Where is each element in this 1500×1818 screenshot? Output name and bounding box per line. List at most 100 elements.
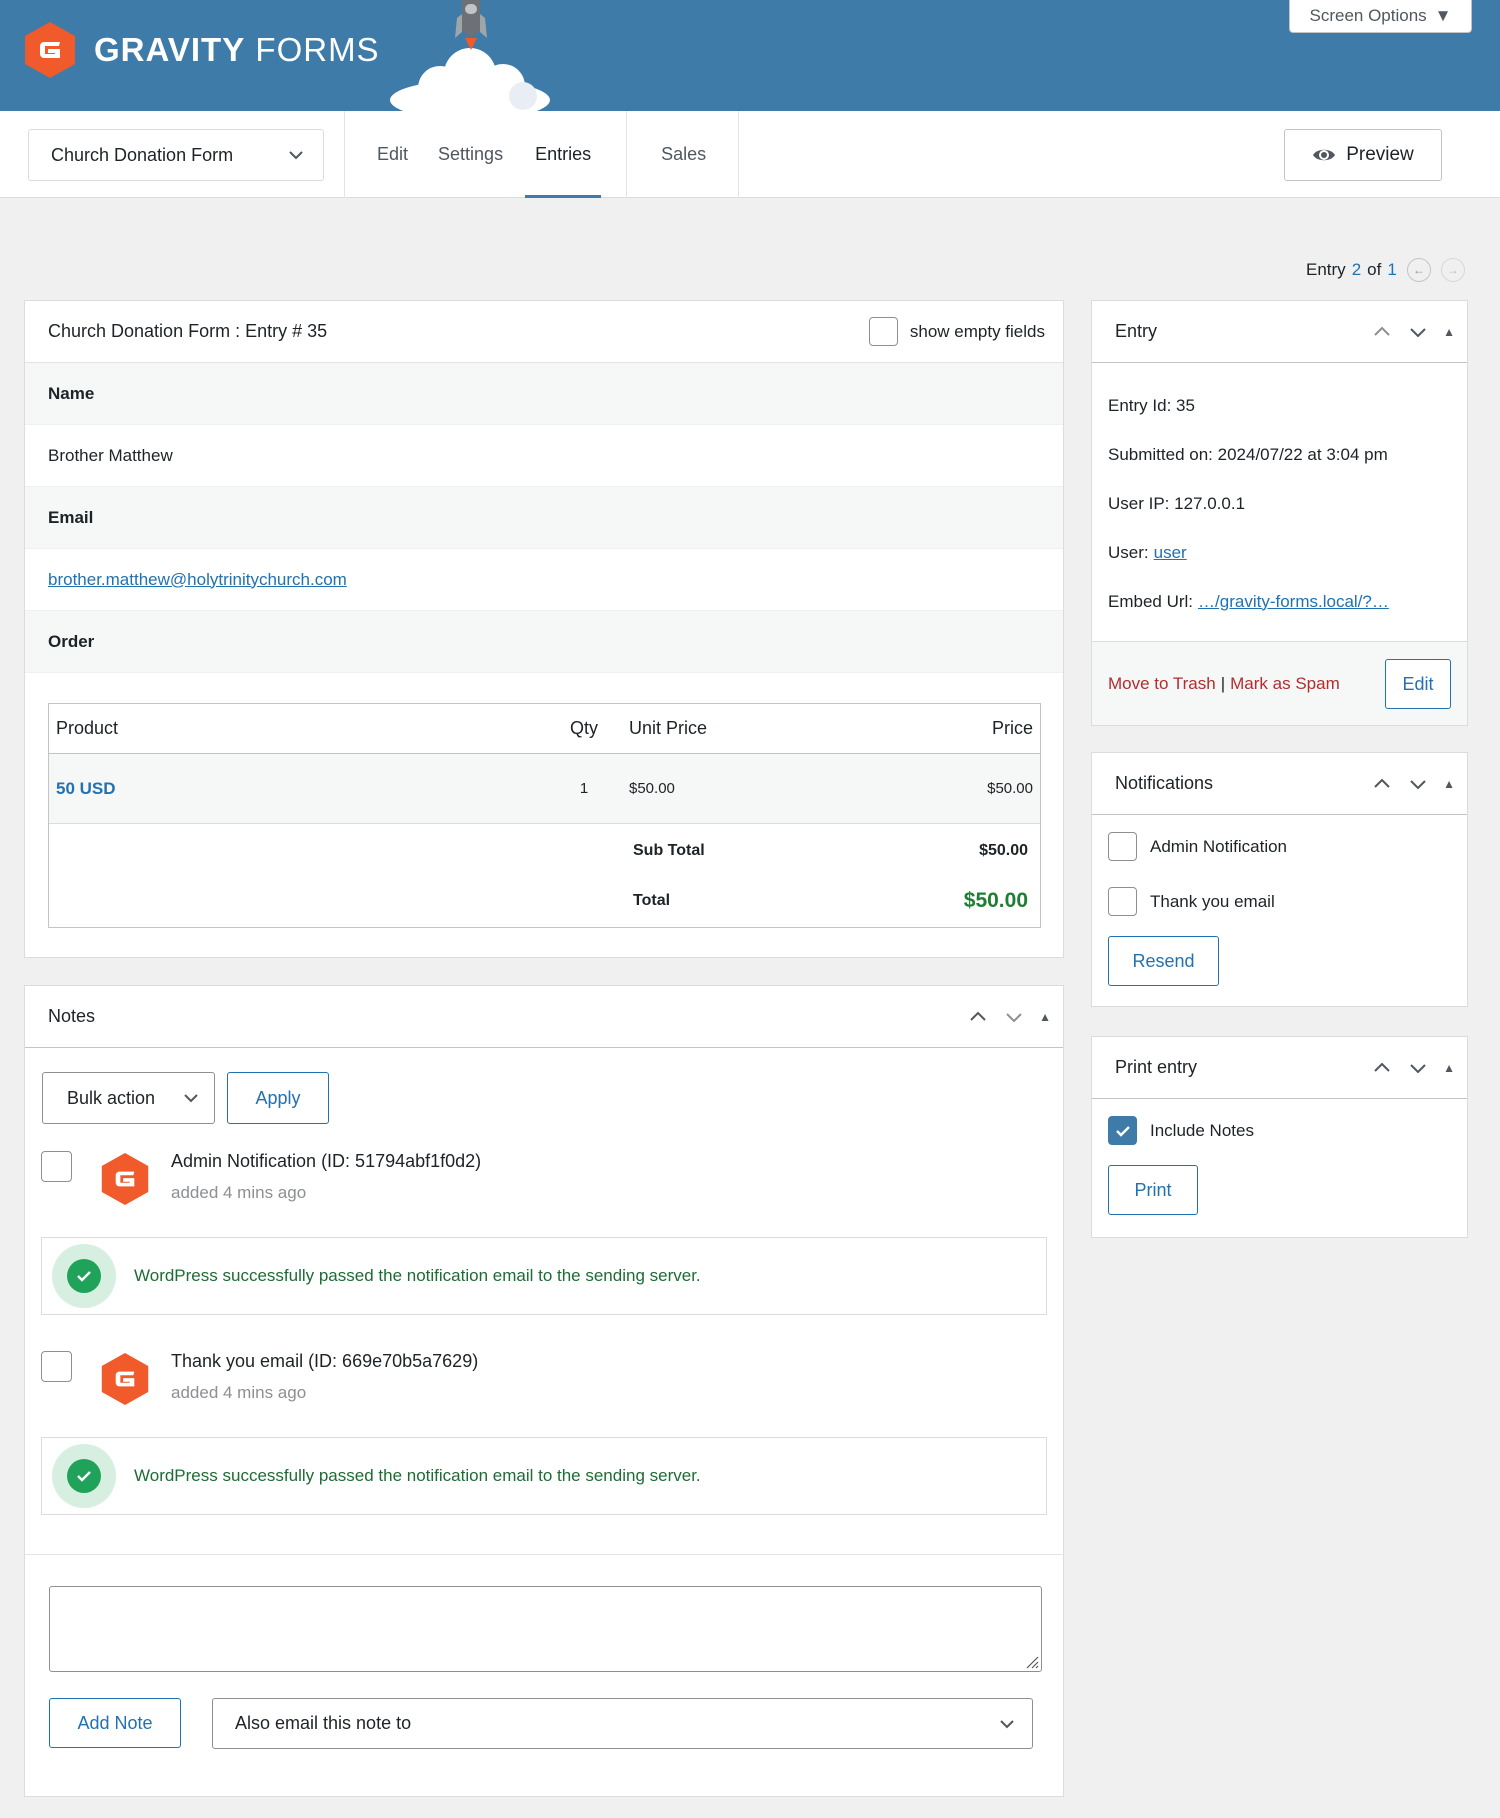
user-row: User: user: [1108, 528, 1451, 577]
form-tabs: Edit Settings Entries Sales: [344, 111, 740, 198]
notification-option-admin[interactable]: Admin Notification: [1092, 819, 1467, 874]
note-checkbox[interactable]: [41, 1351, 72, 1382]
subtotal-label: Sub Total: [633, 842, 705, 859]
collapse-toggle-icon[interactable]: ▲: [1039, 1010, 1051, 1024]
product-qty: 1: [579, 780, 589, 797]
gravity-forms-logo[interactable]: GRAVITY FORMS: [22, 20, 380, 80]
notification-checkbox[interactable]: [1108, 832, 1137, 861]
apply-button[interactable]: Apply: [227, 1072, 329, 1124]
email-link[interactable]: brother.matthew@holytrinitychurch.com: [48, 570, 347, 590]
tab-edit[interactable]: Edit: [345, 111, 418, 198]
tab-settings[interactable]: Settings: [418, 111, 513, 198]
form-toolbar: Church Donation Form Edit Settings Entri…: [0, 111, 1500, 198]
note-title: Thank you email (ID: 669e70b5a7629): [171, 1351, 479, 1371]
checkmark-icon: [1115, 1125, 1130, 1137]
collapse-toggle-icon[interactable]: ▲: [1443, 1061, 1455, 1075]
screen-options-label: Screen Options: [1309, 6, 1427, 25]
note-timestamp: added 4 mins ago: [171, 1383, 307, 1402]
mark-as-spam-link[interactable]: Mark as Spam: [1230, 674, 1340, 694]
col-unit-price: Unit Price: [629, 718, 708, 738]
include-notes-checkbox[interactable]: [1108, 1116, 1137, 1145]
chevron-down-icon: [1000, 1719, 1014, 1728]
entry-nav-current: 2: [1351, 260, 1362, 279]
field-label-order: Order: [25, 611, 1063, 673]
entry-id: Entry Id: 35: [1108, 395, 1195, 415]
collapse-toggle-icon[interactable]: ▲: [1443, 777, 1455, 791]
tab-sales[interactable]: Sales: [627, 111, 738, 198]
divider: [25, 1554, 1065, 1555]
notification-checkbox[interactable]: [1108, 887, 1137, 916]
screen-options-button[interactable]: Screen Options ▼: [1289, 0, 1472, 33]
tab-entries[interactable]: Entries: [525, 111, 602, 198]
note-message: WordPress successfully passed the notifi…: [41, 1237, 1047, 1315]
edit-entry-button[interactable]: Edit: [1385, 659, 1451, 709]
field-value-name: Brother Matthew: [25, 425, 1063, 487]
show-empty-fields-checkbox[interactable]: [868, 317, 898, 346]
field-label-name: Name: [25, 363, 1063, 425]
entry-meta-list: Entry Id: 35 Submitted on: 2024/07/22 at…: [1092, 363, 1467, 626]
total-row: Total $50.00: [49, 876, 1040, 926]
col-product: Product: [56, 718, 119, 738]
bulk-action-select[interactable]: Bulk action: [42, 1072, 215, 1124]
note-title: Admin Notification (ID: 51794abf1f0d2): [171, 1151, 482, 1171]
chevron-up-icon[interactable]: [967, 1006, 989, 1028]
order-table-header: Product Qty Unit Price Price: [49, 704, 1040, 754]
field-label-email: Email: [25, 487, 1063, 549]
form-switcher-select[interactable]: Church Donation Form: [28, 129, 324, 181]
resend-button[interactable]: Resend: [1108, 936, 1219, 986]
total-label: Total: [633, 892, 671, 909]
embed-url-row: Embed Url: …/gravity-forms.local/?…: [1108, 577, 1451, 626]
note-message-text: WordPress successfully passed the notifi…: [134, 1466, 701, 1485]
entry-info-box: Entry ▲ Entry Id: 35 Submitted on: 2024/…: [1091, 300, 1468, 726]
gravity-forms-avatar-icon: [101, 1353, 149, 1405]
move-to-trash-link[interactable]: Move to Trash: [1108, 674, 1216, 694]
chevron-down-icon: [289, 151, 303, 160]
include-notes-option[interactable]: Include Notes: [1092, 1103, 1467, 1158]
notification-option-label: Admin Notification: [1150, 836, 1288, 856]
show-empty-fields-label: show empty fields: [909, 321, 1045, 341]
brand-name-light: FORMS: [255, 31, 380, 68]
product-name: 50 USD: [56, 778, 116, 798]
chevron-down-icon[interactable]: [1407, 773, 1429, 795]
embed-url-link[interactable]: …/gravity-forms.local/?…: [1198, 592, 1389, 612]
caret-down-icon: ▼: [1434, 6, 1452, 25]
add-note-button[interactable]: Add Note: [49, 1698, 181, 1748]
collapse-toggle-icon[interactable]: ▲: [1443, 325, 1455, 339]
chevron-down-icon[interactable]: [1407, 321, 1429, 343]
preview-button[interactable]: Preview: [1284, 129, 1442, 181]
print-entry-box: Print entry ▲ Include Notes Print: [1091, 1036, 1468, 1238]
print-entry-header: Print entry ▲: [1092, 1037, 1467, 1099]
print-button[interactable]: Print: [1108, 1165, 1198, 1215]
subtotal-value: $50.00: [979, 842, 1028, 859]
bulk-action-label: Bulk action: [67, 1087, 156, 1108]
user-link[interactable]: user: [1154, 543, 1187, 563]
show-empty-fields-toggle[interactable]: show empty fields: [868, 317, 1045, 346]
user-label: User:: [1108, 542, 1149, 562]
gravity-forms-avatar-icon: [101, 1153, 149, 1205]
chevron-down-icon[interactable]: [1407, 1057, 1429, 1079]
next-entry-button[interactable]: →: [1440, 258, 1465, 282]
user-ip: User IP: 127.0.0.1: [1108, 493, 1246, 513]
rocket-illustration-icon: [390, 0, 550, 111]
previous-entry-button[interactable]: ←: [1406, 258, 1431, 282]
chevron-up-icon[interactable]: [1371, 1057, 1393, 1079]
notes-header: Notes ▲: [25, 986, 1063, 1048]
entry-pagination: Entry 2 of 1 ← →: [1306, 258, 1465, 282]
resize-handle-icon[interactable]: [1023, 1653, 1039, 1669]
subtotal-row: Sub Total $50.00: [49, 826, 1040, 876]
field-value-email: brother.matthew@holytrinitychurch.com: [25, 549, 1063, 611]
entry-nav-total: 1: [1387, 260, 1397, 279]
chevron-up-icon[interactable]: [1371, 321, 1393, 343]
col-qty: Qty: [569, 718, 598, 738]
notification-option-thank-you[interactable]: Thank you email: [1092, 874, 1467, 929]
total-value: $50.00: [963, 889, 1028, 912]
notes-card: Notes ▲ Bulk action Apply Admin Notifica…: [24, 985, 1065, 1797]
notifications-header: Notifications ▲: [1092, 753, 1467, 815]
table-row: 50 USD 1 $50.00 $50.00: [49, 754, 1040, 824]
chevron-down-icon[interactable]: [1003, 1006, 1025, 1028]
note-textarea[interactable]: [49, 1586, 1042, 1672]
chevron-up-icon[interactable]: [1371, 773, 1393, 795]
email-note-select[interactable]: Also email this note to: [212, 1698, 1033, 1749]
note-checkbox[interactable]: [41, 1151, 72, 1182]
col-price: Price: [991, 718, 1033, 738]
